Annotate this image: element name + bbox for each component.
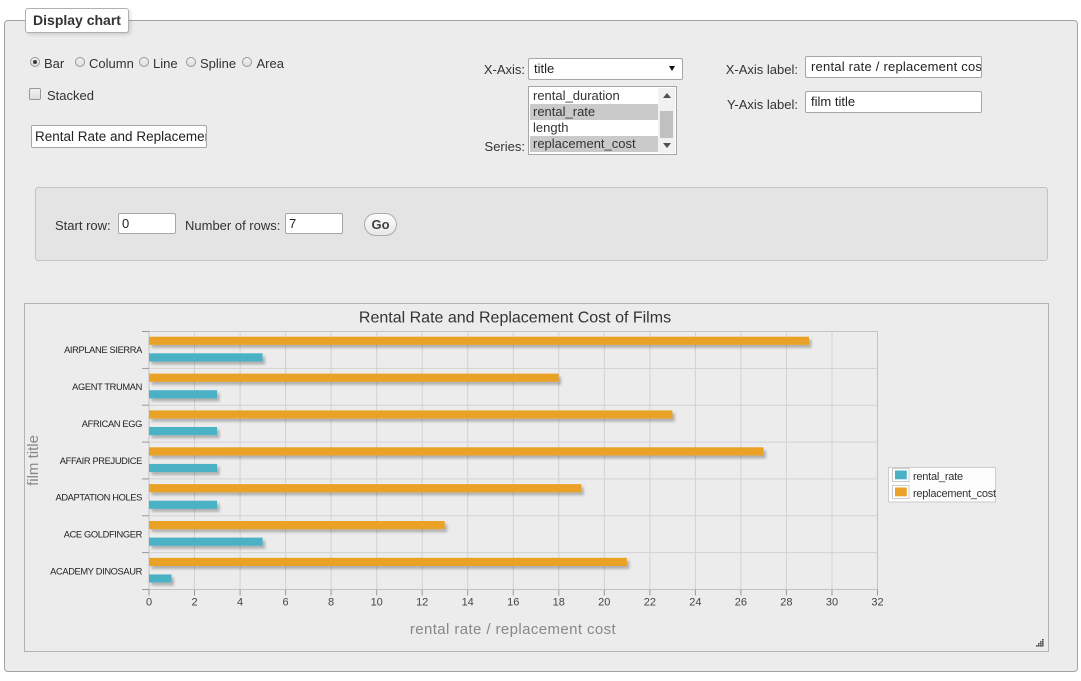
svg-text:AIRPLANE SIERRA: AIRPLANE SIERRA: [64, 345, 143, 355]
svg-text:AFRICAN EGG: AFRICAN EGG: [82, 419, 142, 429]
svg-text:24: 24: [689, 597, 701, 609]
svg-text:0: 0: [146, 597, 152, 609]
svg-text:2: 2: [191, 597, 197, 609]
svg-text:8: 8: [328, 597, 334, 609]
svg-text:ADAPTATION HOLES: ADAPTATION HOLES: [55, 493, 142, 503]
svg-text:ACE GOLDFINGER: ACE GOLDFINGER: [64, 530, 143, 540]
svg-text:28: 28: [780, 597, 792, 609]
svg-text:14: 14: [462, 597, 474, 609]
svg-text:20: 20: [598, 597, 610, 609]
svg-text:Rental Rate and Replacement Co: Rental Rate and Replacement Cost of Film…: [359, 310, 671, 327]
svg-text:4: 4: [237, 597, 243, 609]
svg-text:18: 18: [553, 597, 565, 609]
svg-text:6: 6: [283, 597, 289, 609]
svg-text:22: 22: [644, 597, 656, 609]
svg-text:12: 12: [416, 597, 428, 609]
svg-text:film title: film title: [25, 435, 42, 486]
svg-text:rental rate / replacement cost: rental rate / replacement cost: [410, 621, 617, 638]
svg-text:AFFAIR PREJUDICE: AFFAIR PREJUDICE: [60, 456, 142, 466]
svg-text:AGENT TRUMAN: AGENT TRUMAN: [72, 382, 142, 392]
svg-text:ACADEMY DINOSAUR: ACADEMY DINOSAUR: [50, 566, 142, 576]
svg-text:10: 10: [371, 597, 383, 609]
svg-text:replacement_cost: replacement_cost: [913, 488, 996, 500]
svg-text:rental_rate: rental_rate: [913, 471, 963, 483]
svg-text:26: 26: [735, 597, 747, 609]
svg-text:30: 30: [826, 597, 838, 609]
svg-text:16: 16: [507, 597, 519, 609]
svg-text:32: 32: [871, 597, 883, 609]
